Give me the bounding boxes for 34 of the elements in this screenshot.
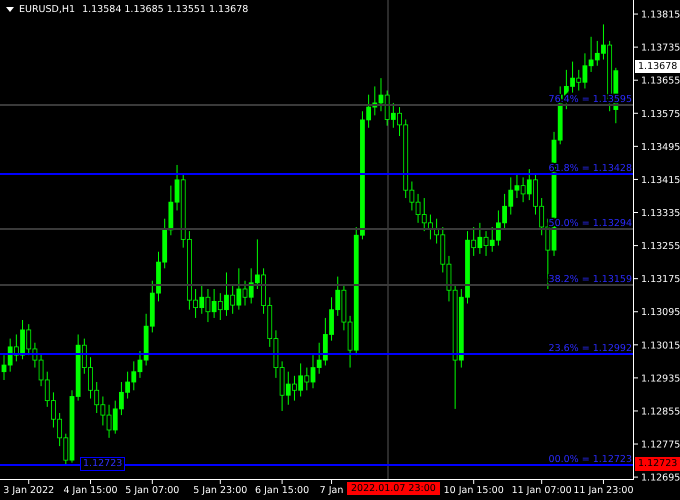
time-axis-label: 7 Jan	[320, 485, 344, 496]
price-axis-label: 1.13735	[641, 42, 680, 54]
price-axis-label: 1.12775	[641, 440, 680, 451]
current-price-tag: 1.13678	[635, 60, 680, 73]
price-axis-label: 1.13575	[641, 108, 680, 120]
time-axis-label: 10 Jan 15:00	[444, 485, 504, 496]
low-price-tag: 1.12723	[635, 457, 680, 471]
crosshair-time-label: 2022.01.07 23:00	[347, 482, 440, 495]
dropdown-triangle-icon[interactable]	[6, 7, 14, 12]
price-axis-label: 1.12855	[641, 406, 680, 418]
fib-level-label: 38.2% = 1.13159	[548, 274, 632, 285]
time-axis-label: 3 Jan 2022	[3, 485, 54, 496]
price-axis-label: 1.13255	[641, 241, 680, 252]
time-axis-label: 11 Jan 23:00	[573, 485, 634, 496]
time-axis-label: 4 Jan 15:00	[63, 485, 118, 496]
low-price-marker: 1.12723	[80, 457, 126, 471]
time-axis-label: 6 Jan 15:00	[255, 485, 310, 496]
price-axis-label: 1.13175	[641, 274, 680, 286]
price-axis-label: 1.13655	[641, 76, 680, 87]
fib-level-label: 23.6% = 1.12992	[548, 343, 632, 354]
price-axis-label: 1.12935	[641, 373, 680, 384]
price-axis-label: 1.13495	[641, 142, 680, 153]
ohlc-quote: 1.13584 1.13685 1.13551 1.13678	[82, 4, 248, 15]
fib-level-label: 00.0% = 1.12723	[548, 454, 632, 465]
price-axis-label: 1.13095	[641, 307, 680, 318]
time-axis-label: 5 Jan 23:00	[193, 485, 248, 496]
price-axis-label: 1.13415	[641, 174, 680, 186]
time-axis-label: 11 Jan 07:00	[512, 485, 572, 496]
symbol-label: EURUSD,H1	[19, 4, 76, 15]
price-axis-label: 1.13335	[641, 208, 680, 219]
time-axis-label: 5 Jan 07:00	[125, 485, 180, 496]
price-axis-label: 1.13815	[641, 10, 680, 21]
price-axis-label: 1.13015	[641, 340, 680, 352]
price-axis-label: 1.12695	[641, 472, 680, 484]
